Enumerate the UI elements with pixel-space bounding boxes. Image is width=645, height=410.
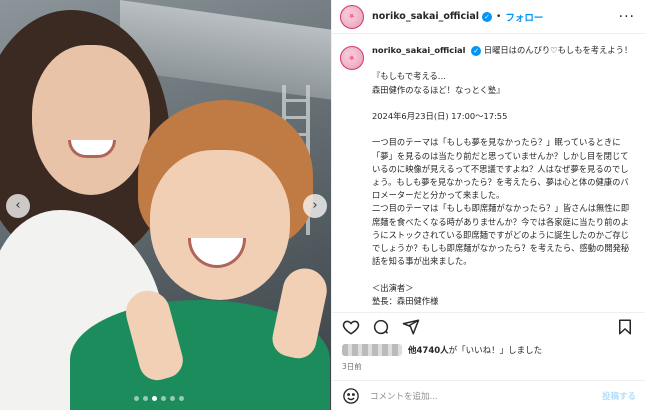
caption-line: 一つ目のテーマは「もしも夢を見なかったら？」眠っているときに「夢」を見るのは当た… [372, 137, 629, 201]
liker-names-blurred [342, 344, 402, 356]
post-photo[interactable]: ‹ › [0, 0, 331, 410]
caption-line: 塾長：森田健作様 [372, 295, 439, 306]
carousel-dot [161, 396, 166, 401]
caption-line: ＜出演者＞ [372, 282, 414, 293]
carousel-indicator [134, 396, 184, 401]
post-header: 🌸 noriko_sakai_official ✓ • フォロー ··· [332, 0, 645, 34]
avatar[interactable]: 🌸 [340, 4, 364, 29]
share-icon [402, 319, 420, 334]
likes-suffix: が「いいね！」しました [448, 346, 543, 356]
header-separator: • [496, 11, 502, 22]
person-right-face [150, 150, 290, 300]
username-link[interactable]: noriko_sakai_official [372, 11, 479, 22]
person-left-face [32, 45, 150, 195]
carousel-dot [134, 396, 139, 401]
share-button[interactable] [402, 318, 422, 338]
carousel-dot [143, 396, 148, 401]
heart-icon [342, 320, 360, 335]
emoji-icon[interactable] [342, 387, 360, 405]
carousel-dot [152, 396, 157, 401]
carousel-dot [179, 396, 184, 401]
comment-button[interactable] [372, 318, 392, 338]
caption-line [372, 123, 634, 136]
caption-username[interactable]: noriko_sakai_official [372, 45, 466, 55]
previous-photo-button[interactable]: ‹ [6, 194, 30, 218]
caption-lines: 『もしもで考える… 森田健作のなるほど！なっとく塾』 2024年6月23日(日) 1… [372, 57, 634, 309]
caption-line: 2024年6月23日(日) 17:00～17:55 [372, 110, 508, 121]
like-button[interactable] [342, 318, 362, 338]
caption-line: 『もしもで考える… [372, 71, 447, 82]
comment-composer: コメントを追加... 投稿する [332, 380, 645, 410]
caption-line [372, 57, 634, 70]
next-photo-button[interactable]: › [303, 194, 327, 218]
caption-line: 塾生筆頭：京本政樹様 [372, 308, 634, 309]
verified-badge-icon: ✓ [482, 11, 493, 22]
caption-text: noriko_sakai_official ✓ 日曜日はのんびり♡もしもを考えよ… [372, 44, 634, 309]
caption-headline: 日曜日はのんびり♡もしもを考えよう！ [483, 45, 633, 55]
verified-badge-icon: ✓ [471, 46, 482, 56]
post-comment-button[interactable]: 投稿する [602, 390, 636, 402]
caption-line [372, 97, 634, 110]
save-button[interactable] [616, 318, 636, 338]
more-options-icon[interactable]: ··· [619, 9, 635, 25]
comment-icon [373, 319, 389, 334]
caption-first-line: noriko_sakai_official ✓ 日曜日はのんびり♡もしもを考えよ… [372, 44, 634, 57]
caption-row: 🌸 noriko_sakai_official ✓ 日曜日はのんびり♡もしもを考… [340, 44, 636, 309]
caption-avatar[interactable]: 🌸 [340, 46, 364, 70]
action-bar [332, 312, 645, 342]
carousel-dot [170, 396, 175, 401]
post-timestamp[interactable]: 3日前 [342, 361, 362, 372]
bookmark-icon [619, 319, 631, 334]
caption-line: 森田健作のなるほど！なっとく塾』 [372, 84, 505, 95]
likes-count[interactable]: 他4740人 [408, 344, 449, 356]
likes-summary[interactable]: 他4740人 が「いいね！」しました [342, 344, 542, 356]
follow-button[interactable]: フォロー [505, 10, 543, 24]
caption-area: 🌸 noriko_sakai_official ✓ 日曜日はのんびり♡もしもを考… [332, 36, 645, 309]
comment-input[interactable]: コメントを追加... [370, 390, 602, 402]
caption-line: 二つ目のテーマは「もしも即席麺がなかったら？」皆さんは無性に即席麺を食べたくなる… [372, 203, 630, 267]
caption-line [372, 268, 634, 281]
post-details-panel: 🌸 noriko_sakai_official ✓ • フォロー ··· 🌸 n… [331, 0, 645, 410]
